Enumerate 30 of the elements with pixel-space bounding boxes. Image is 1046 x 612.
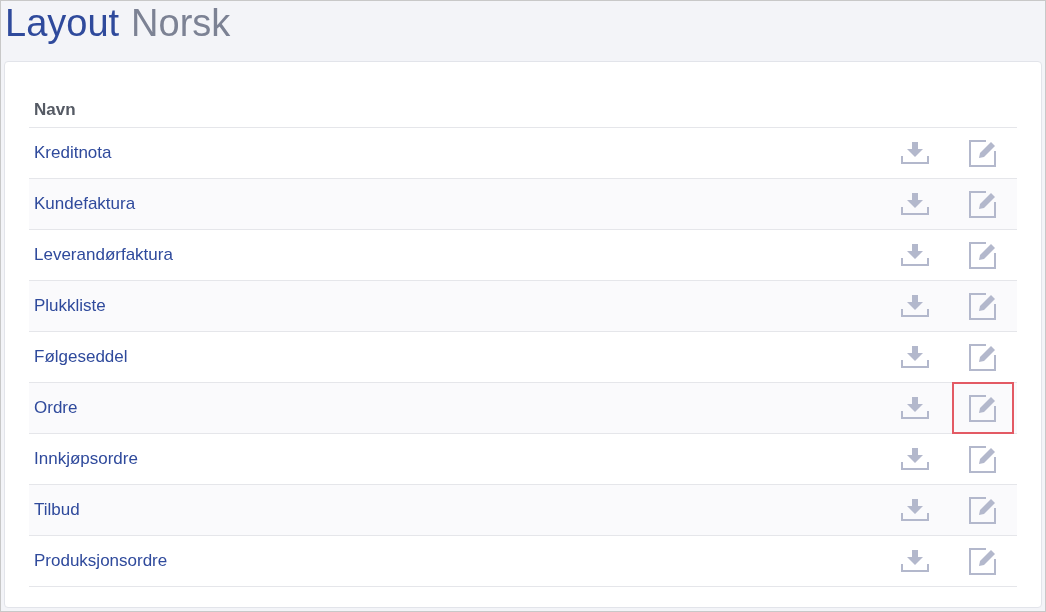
download-icon[interactable] [901, 550, 929, 572]
layout-link[interactable]: Kundefaktura [34, 191, 881, 217]
edit-icon[interactable] [969, 445, 997, 473]
layout-link[interactable]: Innkjøpsordre [34, 446, 881, 472]
download-icon[interactable] [901, 142, 929, 164]
download-icon[interactable] [901, 346, 929, 368]
layout-link[interactable]: Leverandørfaktura [34, 242, 881, 268]
edit-icon[interactable] [969, 343, 997, 371]
layout-link[interactable]: Produksjonsordre [34, 548, 881, 574]
page-subtitle: Norsk [131, 1, 231, 45]
edit-icon[interactable] [969, 547, 997, 575]
layout-link[interactable]: Tilbud [34, 497, 881, 523]
layout-link[interactable]: Ordre [34, 395, 881, 421]
layout-link[interactable]: Plukkliste [34, 293, 881, 319]
download-icon[interactable] [901, 244, 929, 266]
edit-icon[interactable] [969, 394, 997, 422]
download-icon[interactable] [901, 397, 929, 419]
download-icon[interactable] [901, 193, 929, 215]
download-icon[interactable] [901, 499, 929, 521]
edit-icon[interactable] [969, 292, 997, 320]
edit-icon[interactable] [969, 241, 997, 269]
layout-link[interactable]: Kreditnota [34, 140, 881, 166]
column-header: Navn [34, 98, 76, 121]
download-icon[interactable] [901, 295, 929, 317]
edit-icon[interactable] [969, 496, 997, 524]
layout-link[interactable]: Følgeseddel [34, 344, 881, 370]
edit-icon[interactable] [969, 139, 997, 167]
download-icon[interactable] [901, 448, 929, 470]
page-title: Layout [5, 1, 120, 45]
edit-icon[interactable] [969, 190, 997, 218]
